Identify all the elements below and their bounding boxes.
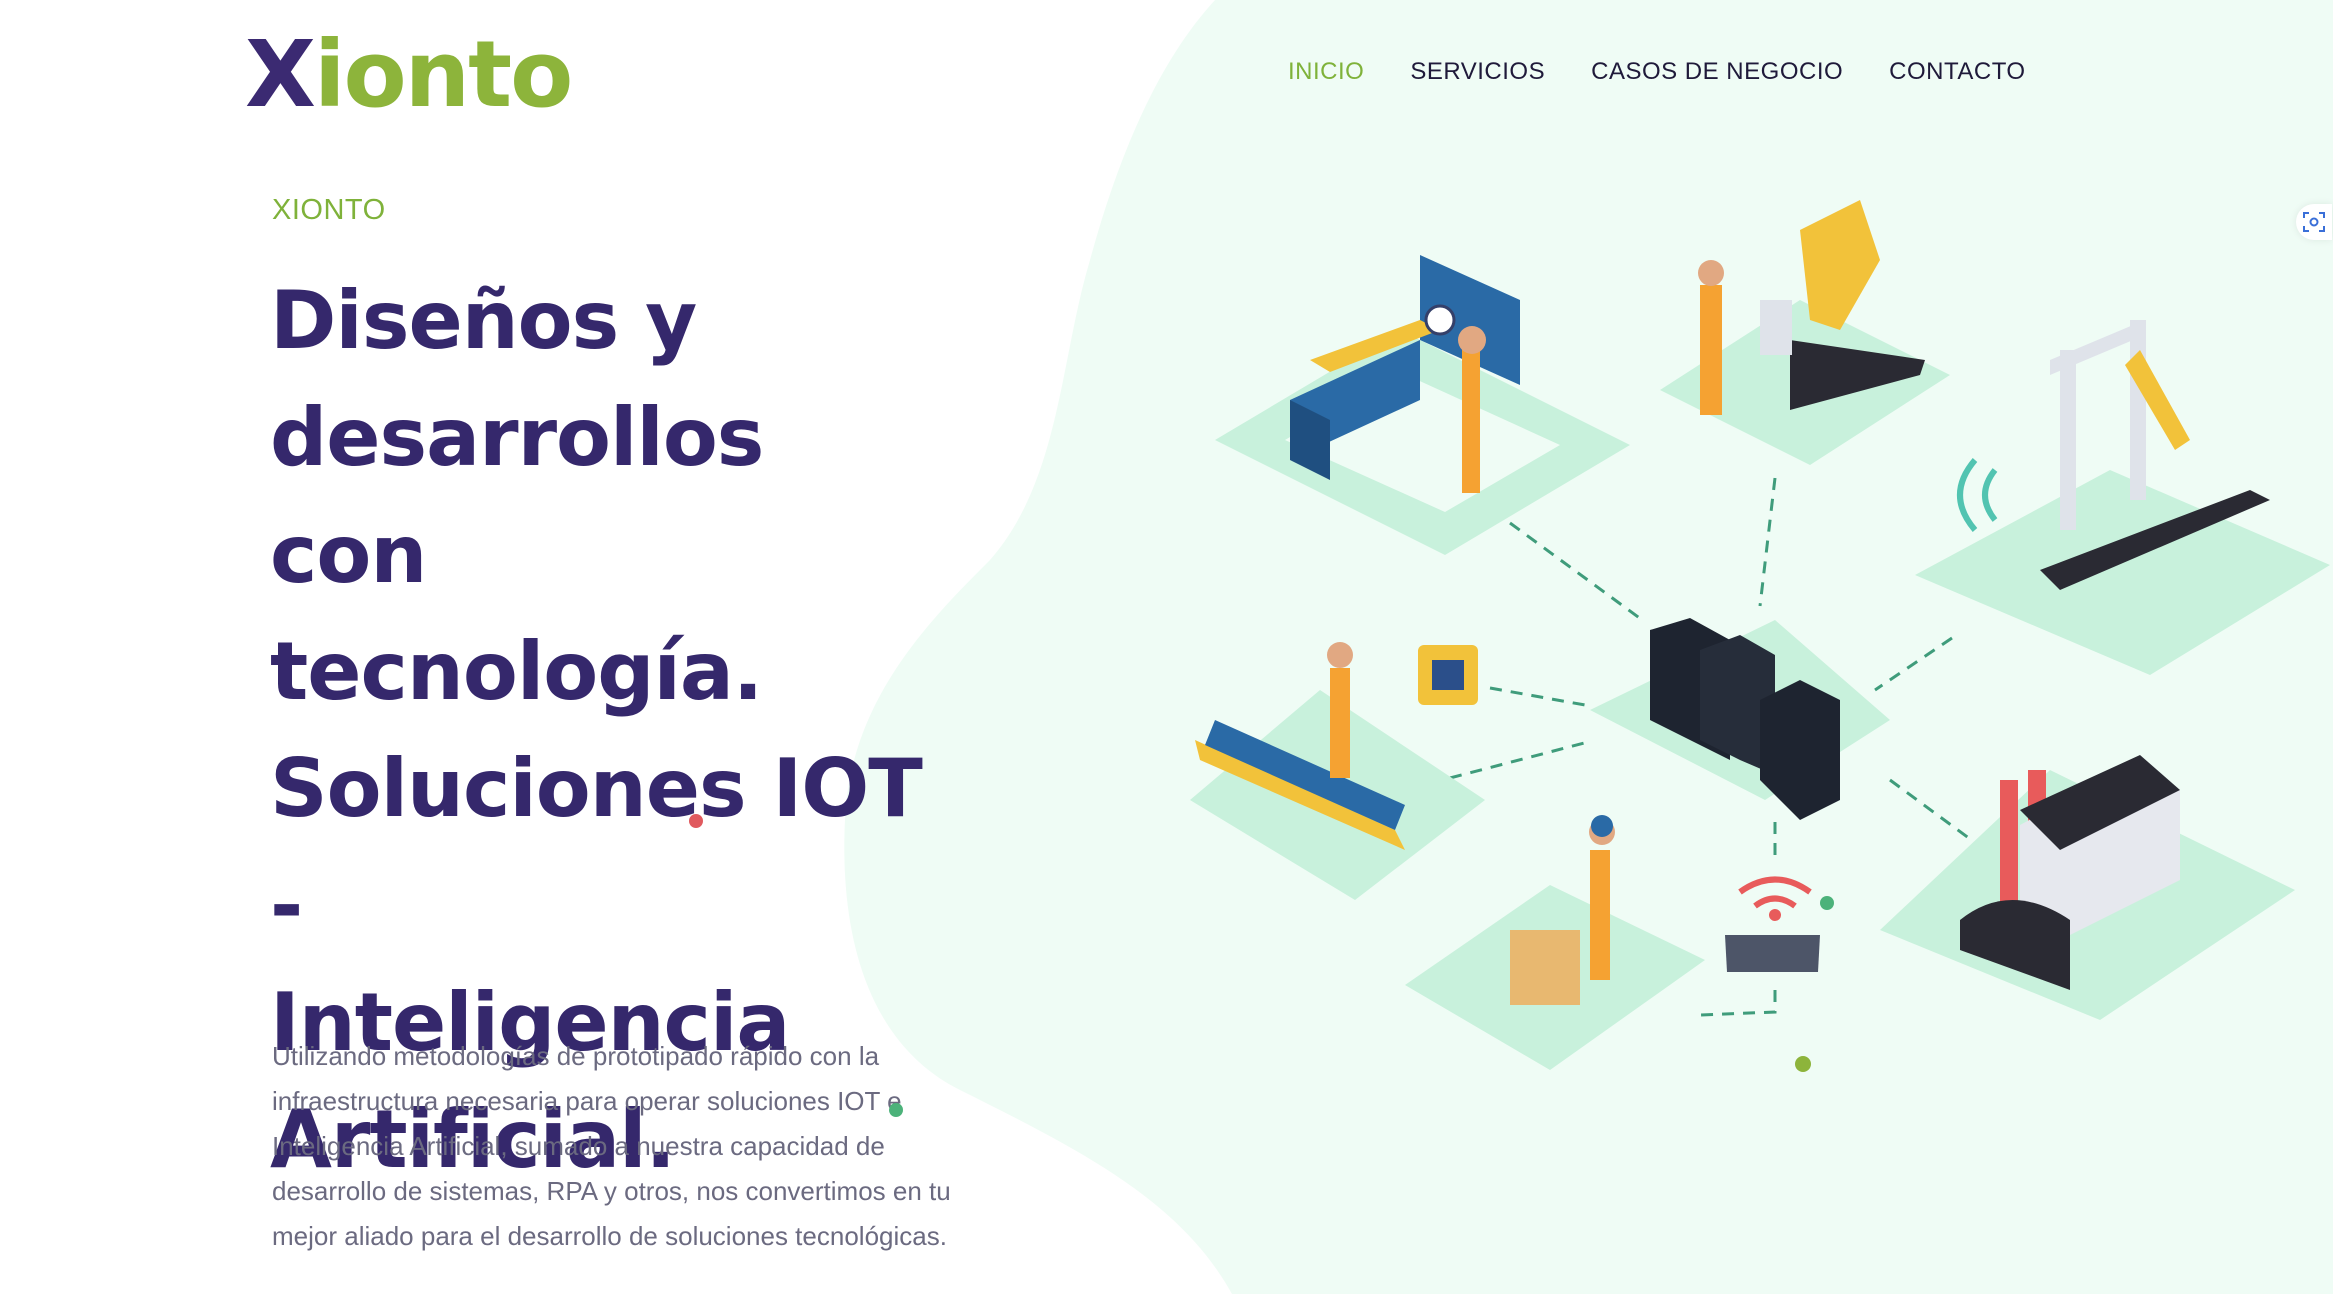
microchip-icon — [1418, 645, 1478, 705]
wifi-router-icon — [1725, 876, 1820, 972]
cnc-machine-icon — [1215, 255, 1630, 555]
server-rack-icon — [1590, 618, 1890, 820]
delivery-worker-icon — [1405, 815, 1705, 1070]
conveyor-robot-icon — [1915, 320, 2330, 675]
robotic-arm-icon — [1660, 200, 1950, 465]
iot-illustration — [1190, 200, 2330, 1070]
factory-icon — [1880, 755, 2295, 1020]
